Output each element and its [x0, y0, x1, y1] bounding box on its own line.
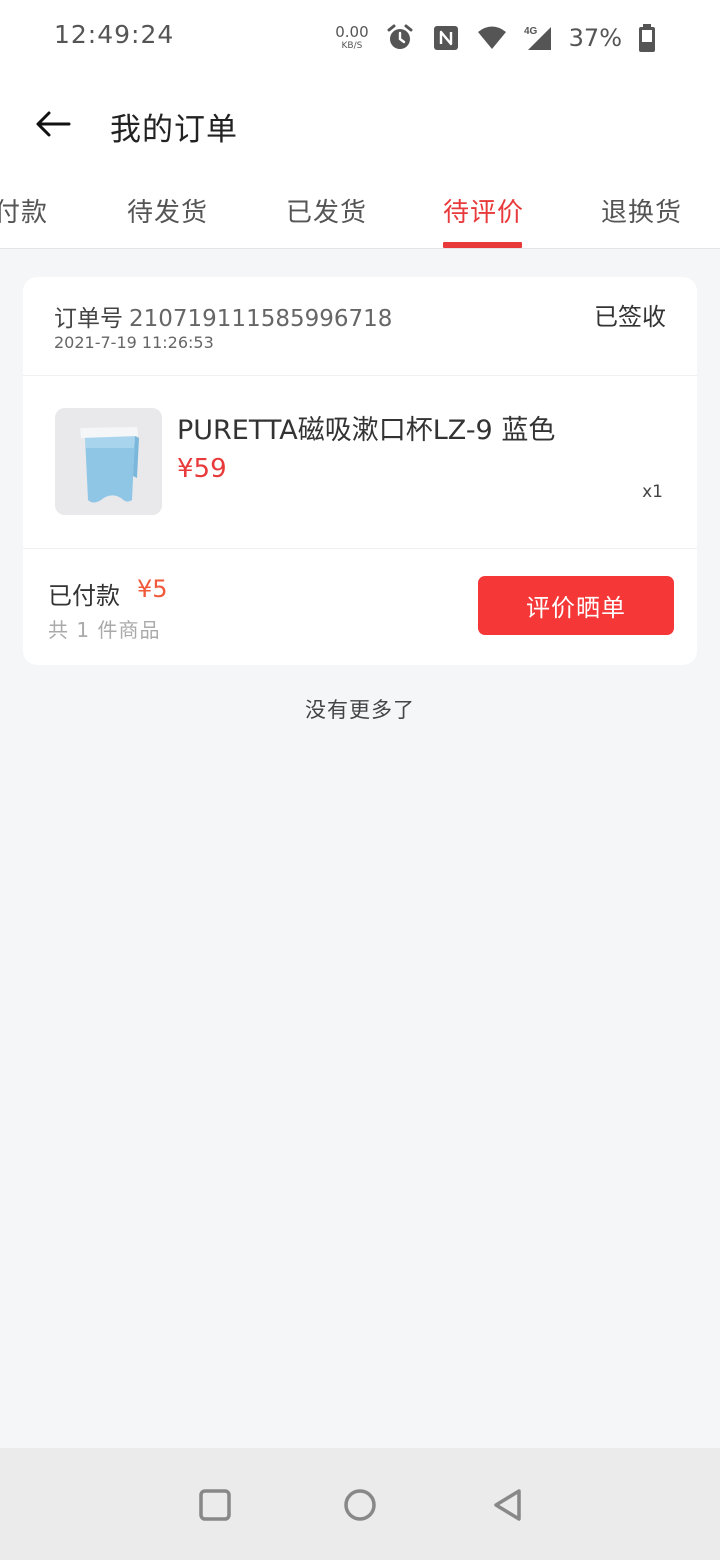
circle-icon: [344, 1489, 376, 1521]
order-number-label: 订单号: [54, 306, 123, 332]
arrow-left-icon: [36, 111, 71, 137]
tab-bar: 付款 待发货 已发货 待评价 退换货: [0, 172, 720, 249]
wifi-icon: [477, 26, 506, 49]
net-speed-unit: KB/S: [341, 41, 363, 51]
back-nav-button[interactable]: [487, 1485, 527, 1525]
tab-to-pay[interactable]: 付款: [0, 192, 48, 229]
page-title: 我的订单: [110, 112, 238, 148]
no-more-text: 没有更多了: [305, 698, 415, 722]
status-icons: 0.00 KB/S 4G 37%: [335, 18, 662, 58]
cup-icon: [55, 408, 162, 515]
order-number: 2107191115859967​18: [129, 306, 393, 332]
tab-returns[interactable]: 退换货: [601, 192, 682, 229]
signal-4g-icon: 4G: [524, 26, 551, 50]
tab-to-review[interactable]: 待评价: [443, 192, 524, 229]
alarm-icon: [387, 24, 413, 49]
recent-apps-button[interactable]: [195, 1485, 235, 1525]
product-price: ¥59: [177, 454, 227, 484]
tab-shipped[interactable]: 已发货: [286, 192, 367, 229]
divider: [23, 548, 697, 549]
app-header: 我的订单: [0, 74, 720, 172]
product-name[interactable]: PURETTA磁吸漱口杯LZ-9 蓝色: [177, 408, 555, 447]
item-count: 共 1 件商品: [48, 618, 161, 642]
back-button[interactable]: [30, 101, 76, 147]
order-status: 已签收: [594, 303, 666, 331]
system-nav-bar: [0, 1448, 720, 1560]
order-date: 2021-7-19 11:26:53: [54, 333, 214, 352]
battery-icon: [639, 24, 655, 52]
status-bar: 12:49:24 0.00 KB/S 4G 37%: [0, 0, 720, 74]
order-number-row: 订单号 2107191115859967​18: [54, 299, 392, 333]
review-button[interactable]: 评价晒单: [478, 576, 674, 635]
tab-to-ship[interactable]: 待发货: [127, 192, 208, 229]
net-speed-value: 0.00: [335, 23, 369, 41]
svg-text:4G: 4G: [524, 26, 538, 37]
nfc-icon: [433, 26, 458, 50]
status-time: 12:49:24: [54, 20, 175, 49]
paid-amount: ¥5: [137, 575, 168, 603]
net-speed: 0.00 KB/S: [335, 25, 368, 51]
product-quantity: x1: [642, 482, 663, 502]
paid-label: 已付款: [48, 582, 120, 610]
square-icon: [199, 1489, 231, 1521]
home-button[interactable]: [340, 1485, 380, 1525]
order-card[interactable]: 订单号 2107191115859967​18 2021-7-19 11:26:5…: [23, 277, 697, 665]
triangle-back-icon: [494, 1489, 521, 1521]
screen: 12:49:24 0.00 KB/S 4G 37% 我的订单 款 待发货 已发货…: [0, 0, 720, 1560]
battery-percent: 37%: [568, 24, 622, 52]
product-image[interactable]: [55, 408, 162, 515]
active-tab-indicator: [443, 242, 522, 248]
divider: [23, 375, 697, 376]
